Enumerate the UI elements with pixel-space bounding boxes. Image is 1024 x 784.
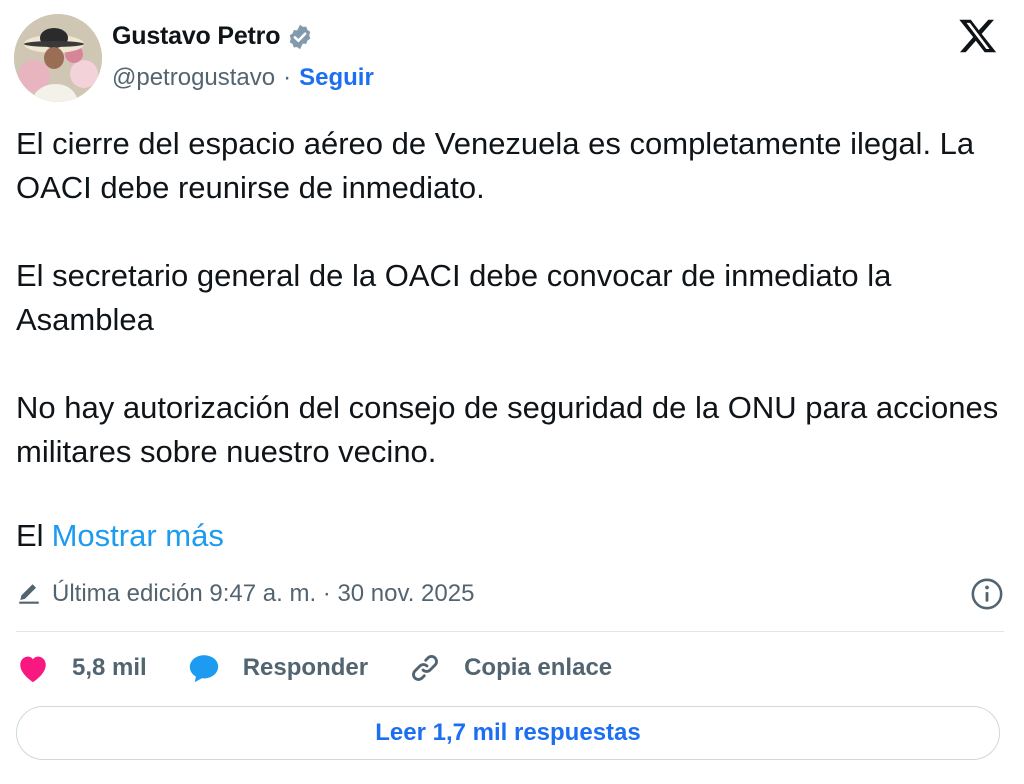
like-button[interactable]: 5,8 mil bbox=[16, 652, 147, 684]
author-handle[interactable]: @petrogustavo bbox=[112, 64, 275, 92]
heart-icon bbox=[20, 656, 46, 683]
read-replies-button[interactable]: Leer 1,7 mil respuestas bbox=[16, 706, 1000, 760]
action-bar: 5,8 mil Responder Copia enlace bbox=[16, 646, 652, 690]
avatar[interactable] bbox=[14, 14, 102, 102]
copy-link-button[interactable]: Copia enlace bbox=[408, 651, 612, 685]
pencil-icon bbox=[16, 581, 42, 607]
tweet-paragraph: No hay autorización del consejo de segur… bbox=[16, 390, 999, 469]
edit-timestamp[interactable]: Última edición 9:47 a. m. · 30 nov. 2025 bbox=[52, 580, 474, 608]
verified-badge-icon bbox=[286, 23, 314, 51]
follow-button[interactable]: Seguir bbox=[299, 64, 374, 92]
like-count: 5,8 mil bbox=[72, 654, 147, 681]
tweet-card: Gustavo Petro @petrogustavo · Seguir El … bbox=[0, 0, 1024, 784]
author-name[interactable]: Gustavo Petro bbox=[112, 22, 280, 51]
info-icon[interactable] bbox=[970, 577, 1004, 611]
divider bbox=[16, 631, 1004, 632]
read-replies-label: Leer 1,7 mil respuestas bbox=[375, 719, 641, 746]
truncated-line: El Mostrar más bbox=[16, 514, 224, 558]
reply-label: Responder bbox=[242, 654, 369, 681]
separator-dot: · bbox=[283, 64, 292, 91]
truncated-text: El bbox=[16, 518, 44, 553]
x-logo-icon[interactable] bbox=[958, 16, 998, 56]
reply-button[interactable]: Responder bbox=[187, 652, 368, 684]
reply-bubble-icon bbox=[189, 655, 218, 683]
edit-meta-row: Última edición 9:47 a. m. · 30 nov. 2025 bbox=[16, 574, 1004, 614]
author-name-row: Gustavo Petro bbox=[112, 22, 314, 51]
tweet-body: El cierre del espacio aéreo de Venezuela… bbox=[16, 122, 1016, 518]
copy-link-label: Copia enlace bbox=[464, 654, 613, 681]
author-handle-row: @petrogustavo · Seguir bbox=[112, 64, 374, 92]
tweet-paragraph: El secretario general de la OACI debe co… bbox=[16, 258, 892, 337]
show-more-link[interactable]: Mostrar más bbox=[52, 518, 224, 553]
tweet-paragraph: El cierre del espacio aéreo de Venezuela… bbox=[16, 126, 975, 205]
link-icon bbox=[412, 655, 438, 681]
